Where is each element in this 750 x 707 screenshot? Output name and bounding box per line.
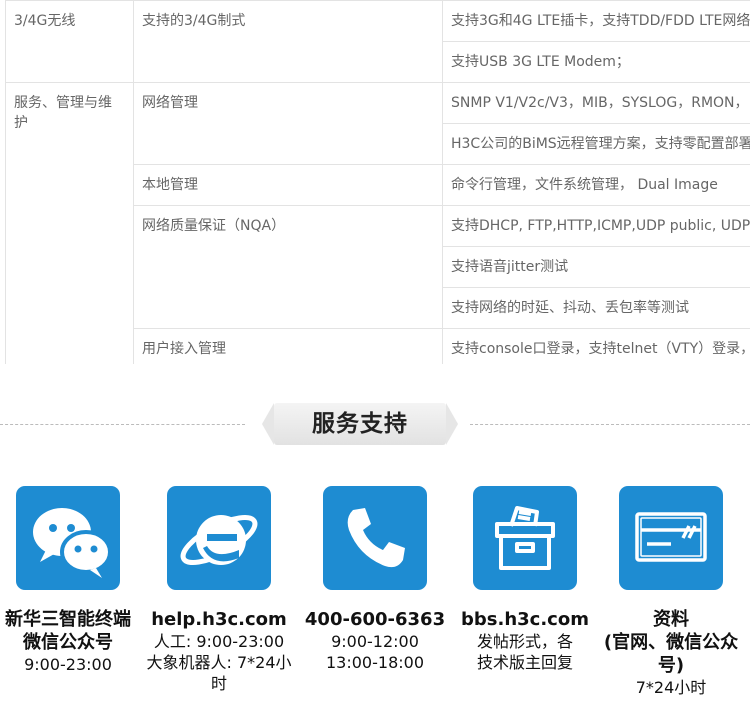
category-cell: 3/4G无线	[5, 0, 134, 83]
section-banner: 服务支持	[262, 401, 458, 447]
service-note: 发帖形式，各	[476, 632, 573, 651]
service-section-header: 服务支持	[0, 401, 750, 447]
service-help-site[interactable]: help.h3c.com 人工: 9:00-23:00 大象机器人: 7*24小…	[144, 486, 294, 694]
spec-table: 3/4G无线 支持的3/4G制式 支持3G和4G LTE插卡，支持TDD/FDD…	[5, 0, 750, 364]
feature-cell: 用户接入管理	[133, 328, 443, 364]
category-cell: 服务、管理与维护	[5, 82, 134, 364]
divider-right	[470, 424, 750, 425]
section-title: 服务支持	[312, 411, 408, 437]
detail-cell: 命令行管理，文件系统管理， Dual Image	[442, 164, 750, 206]
service-subtitle: (官网、微信公众号)	[603, 632, 739, 676]
service-hours: 13:00-18:00	[326, 653, 424, 672]
service-title: 400-600-6363	[304, 609, 446, 630]
detail-cell: 支持语音jitter测试	[442, 246, 750, 288]
table-row: 服务、管理与维护 网络管理 SNMP V1/V2c/V3，MIB，SYSLOG，…	[5, 82, 750, 364]
service-hours: 9:00-23:00	[24, 655, 112, 674]
divider-left	[0, 424, 245, 425]
feature-cell: 本地管理	[133, 164, 443, 206]
service-hours: 大象机器人: 7*24小时	[146, 653, 292, 693]
service-title: help.h3c.com	[151, 609, 287, 630]
service-note: 技术版主回复	[476, 653, 573, 672]
service-title: bbs.h3c.com	[461, 609, 589, 630]
service-title: 资料	[653, 609, 689, 630]
detail-cell: SNMP V1/V2c/V3，MIB，SYSLOG，RMON，	[442, 82, 750, 124]
service-documents[interactable]: 资料 (官网、微信公众号) 7*24小时	[596, 486, 746, 698]
archive-box-icon	[473, 486, 577, 590]
service-hours: 9:00-12:00	[331, 632, 419, 651]
card-icon	[619, 486, 723, 590]
feature-cell: 网络管理	[133, 82, 443, 165]
wechat-icon	[16, 486, 120, 590]
phone-icon	[323, 486, 427, 590]
service-hours: 人工: 9:00-23:00	[153, 632, 285, 651]
service-title: 新华三智能终端	[5, 609, 131, 630]
feature-cell: 网络质量保证（NQA）	[133, 205, 443, 329]
table-row: 3/4G无线 支持的3/4G制式 支持3G和4G LTE插卡，支持TDD/FDD…	[5, 0, 750, 83]
detail-cell: 支持DHCP, FTP,HTTP,ICMP,UDP public, UDP p	[442, 205, 750, 247]
detail-cell: 支持网络的时延、抖动、丢包率等测试	[442, 287, 750, 329]
service-hours: 7*24小时	[635, 678, 707, 697]
ie-browser-icon	[167, 486, 271, 590]
detail-cell: 支持3G和4G LTE插卡，支持TDD/FDD LTE网络	[442, 0, 750, 42]
detail-cell: H3C公司的BiMS远程管理方案，支持零配置部署	[442, 123, 750, 165]
service-forum[interactable]: bbs.h3c.com 发帖形式，各 技术版主回复	[450, 486, 600, 673]
service-hotline[interactable]: 400-600-6363 9:00-12:00 13:00-18:00	[300, 486, 450, 673]
feature-cell: 支持的3/4G制式	[133, 0, 443, 83]
detail-cell: 支持USB 3G LTE Modem；	[442, 41, 750, 83]
detail-cell: 支持console口登录，支持telnet（VTY）登录，支	[442, 328, 750, 364]
service-wechat[interactable]: 新华三智能终端 微信公众号 9:00-23:00	[0, 486, 143, 675]
service-subtitle: 微信公众号	[23, 632, 113, 653]
